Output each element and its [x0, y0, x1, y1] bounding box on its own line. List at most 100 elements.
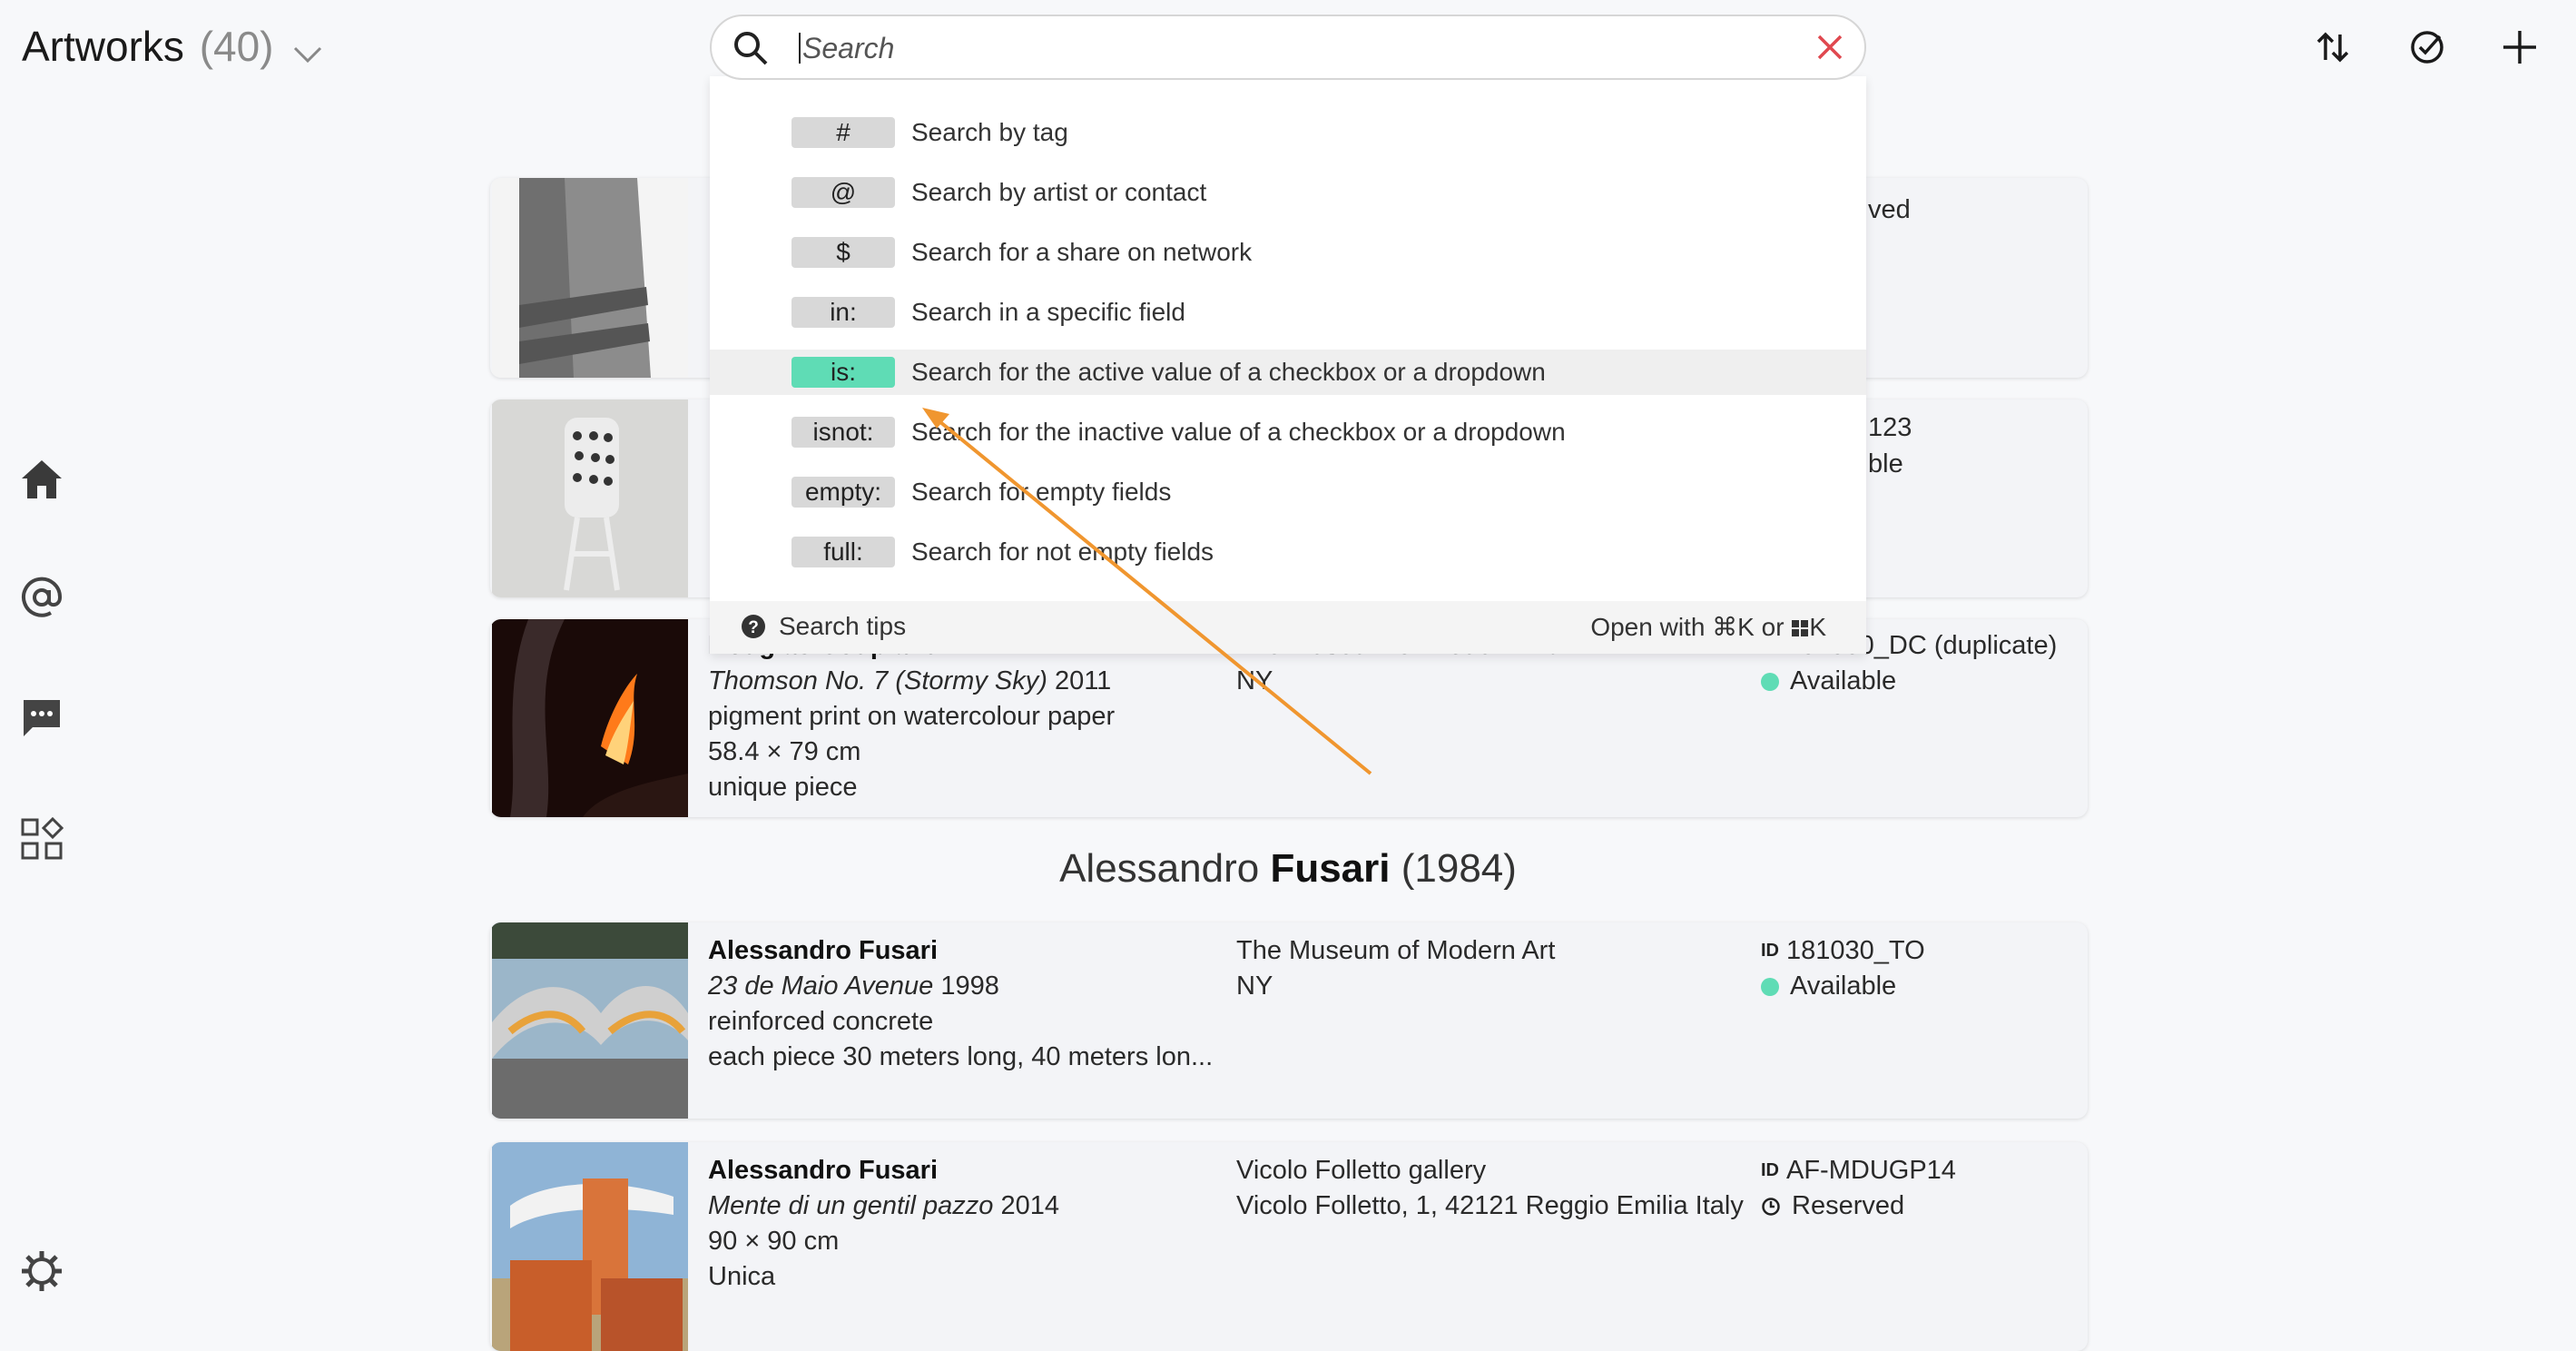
option-label: Search for empty fields	[911, 478, 1172, 506]
artwork-title: Mente di un gentil pazzo	[708, 1191, 994, 1220]
clock-icon	[1761, 1197, 1781, 1217]
search-icon	[732, 29, 770, 72]
artwork-year: 2014	[1000, 1191, 1059, 1220]
artwork-thumbnail	[492, 1142, 688, 1351]
title-line: 23 de Maio Avenue 1998	[708, 969, 1213, 1004]
artwork-thumbnail	[492, 178, 688, 378]
status-line: Reserved	[1761, 1188, 1956, 1224]
help-circle-icon: ?	[741, 614, 766, 639]
option-label: Search in a specific field	[911, 298, 1185, 326]
page-title[interactable]: Artworks (40)	[22, 22, 323, 74]
home-icon[interactable]	[18, 456, 65, 503]
option-prefix-badge: isnot:	[791, 417, 895, 448]
available-dot-icon	[1761, 672, 1779, 691]
artwork-dimensions: each piece 30 meters long, 40 meters lon…	[708, 1042, 1214, 1071]
search-option-isnot[interactable]: isnot: Search for the inactive value of …	[710, 409, 1866, 455]
search-tips-link[interactable]: ? Search tips	[741, 612, 906, 641]
artwork-id-line: ID AF-MDUGP14	[1761, 1153, 1956, 1188]
status-text: ved	[1868, 195, 1911, 224]
available-dot-icon	[1761, 977, 1779, 996]
location-name: Vicolo Folletto gallery	[1236, 1156, 1487, 1185]
status-text: Available	[1790, 666, 1897, 695]
search-tips-label: Search tips	[779, 612, 907, 640]
select-button[interactable]	[2404, 25, 2451, 73]
option-prefix-badge: $	[791, 237, 895, 268]
artwork-thumbnail	[492, 922, 688, 1119]
status-text: Reserved	[1792, 1191, 1905, 1220]
messages-icon[interactable]	[18, 694, 65, 741]
keyboard-shortcut-hint: Open with ⌘K or K	[1590, 612, 1826, 644]
check-circle-icon	[2409, 29, 2445, 70]
artwork-meta: ID AF-MDUGP14 Reserved	[1761, 1153, 1956, 1224]
option-label: Search by tag	[911, 118, 1068, 146]
artwork-card[interactable]: Alessandro Fusari 23 de Maio Avenue 1998…	[490, 922, 2088, 1119]
search-bar[interactable]	[710, 15, 1866, 80]
artwork-year: 2011	[1054, 666, 1112, 695]
contacts-at-icon[interactable]	[18, 574, 65, 621]
artwork-edition: unique piece	[708, 773, 858, 802]
option-label: Search for a share on network	[911, 238, 1253, 266]
search-option-tag[interactable]: # Search by tag	[710, 110, 1866, 155]
option-prefix-badge: in:	[791, 297, 895, 328]
search-option-share[interactable]: $ Search for a share on network	[710, 230, 1866, 275]
location-name: The Museum of Modern Art	[1236, 936, 1556, 965]
shortcut-text: Open with ⌘K or	[1590, 613, 1792, 641]
id-tag: ID	[1761, 1160, 1779, 1180]
status-line: Available	[1761, 969, 1925, 1004]
chevron-down-icon[interactable]	[292, 25, 323, 74]
artwork-count: (40)	[199, 23, 274, 70]
id-tag: ID	[1761, 941, 1779, 961]
settings-gear-icon[interactable]	[18, 1247, 65, 1295]
dropdown-footer: ? Search tips Open with ⌘K or K	[710, 601, 1866, 654]
artwork-title: 23 de Maio Avenue	[708, 971, 934, 1001]
artwork-details: Douglas Coupland Thomson No. 7 (Stormy S…	[708, 628, 1115, 805]
artwork-title: Thomson No. 7 (Stormy Sky)	[708, 666, 1047, 695]
option-prefix-badge: #	[791, 117, 895, 148]
artwork-id: AF-MDUGP14	[1786, 1156, 1956, 1185]
search-input[interactable]	[801, 27, 1712, 69]
artwork-thumbnail	[492, 399, 688, 597]
artist-birth-year: (1984)	[1401, 846, 1517, 891]
search-option-in-field[interactable]: in: Search in a specific field	[710, 290, 1866, 335]
title-line: Thomson No. 7 (Stormy Sky) 2011	[708, 664, 1115, 699]
artwork-details: Alessandro Fusari Mente di un gentil paz…	[708, 1153, 1059, 1295]
add-artwork-button[interactable]	[2496, 25, 2543, 73]
artist-name[interactable]: Alessandro Fusari	[708, 1153, 1059, 1188]
option-label: Search for not empty fields	[911, 537, 1214, 566]
artwork-meta: ID 181030_TO Available	[1761, 933, 1925, 1004]
artwork-id-line: ID 181030_TO	[1761, 933, 1925, 969]
option-prefix-badge: empty:	[791, 477, 895, 508]
artwork-card[interactable]: Alessandro Fusari Mente di un gentil paz…	[490, 1142, 2088, 1351]
clear-search-icon[interactable]	[1814, 31, 1846, 68]
option-label: Search for the inactive value of a check…	[911, 418, 1566, 446]
text-cursor	[799, 33, 801, 64]
artwork-details: Alessandro Fusari 23 de Maio Avenue 1998…	[708, 933, 1213, 1075]
option-prefix-badge: @	[791, 177, 895, 208]
location-city: NY	[1236, 666, 1273, 695]
sort-button[interactable]	[2309, 25, 2356, 73]
plus-icon	[2502, 29, 2538, 70]
svg-text:?: ?	[748, 618, 759, 637]
artwork-year: 1998	[940, 971, 999, 1001]
artwork-id: 123	[1868, 413, 1912, 442]
artwork-medium: pigment print on watercolour paper	[708, 702, 1116, 731]
status-text: Available	[1790, 971, 1897, 1001]
shortcut-key: K	[1809, 613, 1826, 641]
artwork-dimensions: 58.4 × 79 cm	[708, 737, 861, 766]
status-text: ble	[1868, 449, 1903, 478]
artist-first-name: Alessandro	[1059, 846, 1260, 891]
windows-key-icon	[1791, 615, 1809, 644]
search-option-full[interactable]: full: Search for not empty fields	[710, 529, 1866, 575]
search-option-empty[interactable]: empty: Search for empty fields	[710, 469, 1866, 515]
status-line: Available	[1761, 664, 2057, 699]
location-city: NY	[1236, 971, 1273, 1001]
search-option-artist[interactable]: @ Search by artist or contact	[710, 170, 1866, 215]
search-option-is[interactable]: is: Search for the active value of a che…	[710, 350, 1866, 395]
artwork-id: 181030_TO	[1786, 936, 1925, 965]
option-prefix-badge: full:	[791, 537, 895, 567]
location-address: Vicolo Folletto, 1, 42121 Reggio Emilia …	[1236, 1191, 1744, 1220]
artist-name[interactable]: Alessandro Fusari	[708, 933, 1213, 969]
artwork-thumbnail	[492, 619, 688, 817]
title-line: Mente di un gentil pazzo 2014	[708, 1188, 1059, 1224]
artist-section-heading: Alessandro Fusari (1984)	[0, 846, 2576, 892]
